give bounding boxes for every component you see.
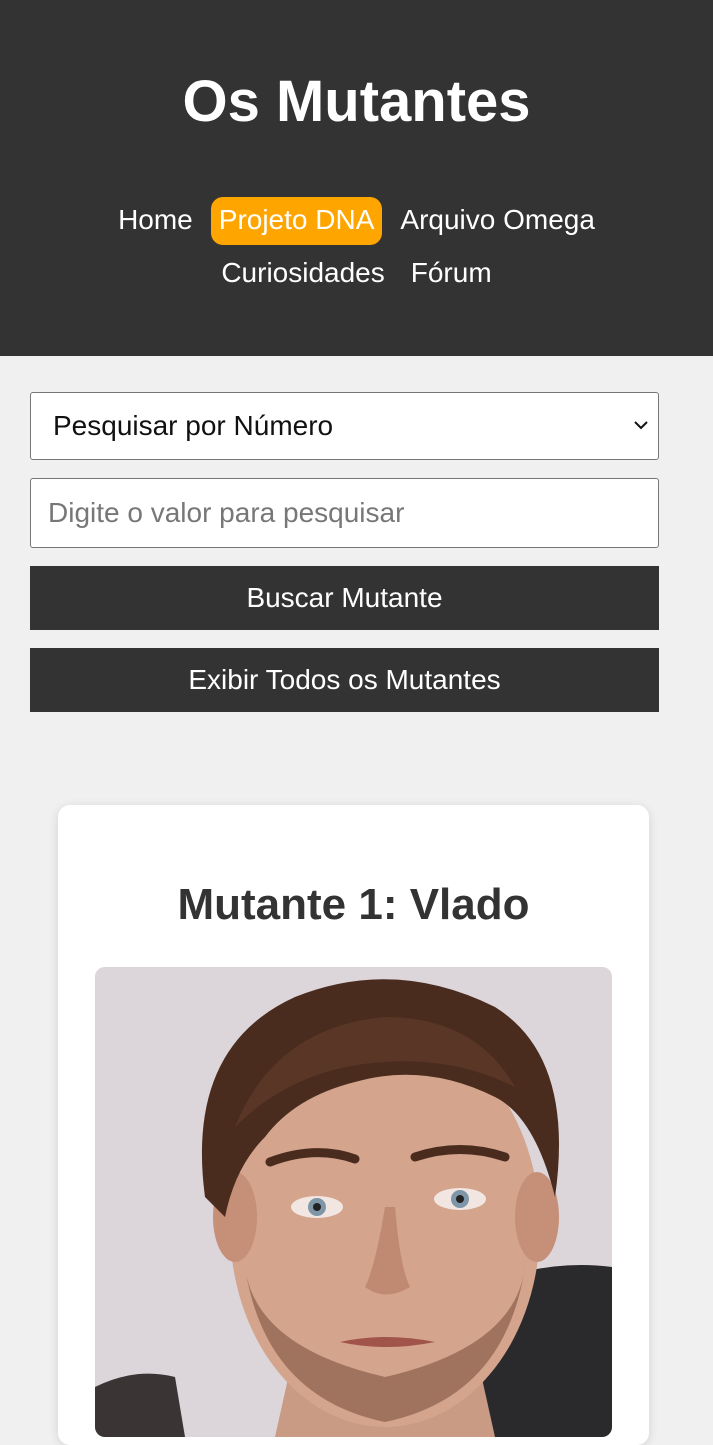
search-controls: Pesquisar por Número Buscar Mutante Exib… bbox=[30, 392, 659, 712]
nav-link-home[interactable]: Home bbox=[110, 197, 201, 245]
chevron-down-icon bbox=[634, 421, 648, 430]
search-type-select[interactable]: Pesquisar por Número bbox=[30, 392, 659, 460]
search-mutant-button[interactable]: Buscar Mutante bbox=[30, 566, 659, 630]
nav-link-projeto-dna[interactable]: Projeto DNA bbox=[210, 197, 383, 245]
mutant-photo bbox=[95, 967, 612, 1437]
search-input[interactable] bbox=[30, 478, 659, 548]
site-header: Os Mutantes Home Projeto DNA Arquivo Ome… bbox=[0, 0, 713, 356]
nav-link-arquivo-omega[interactable]: Arquivo Omega bbox=[392, 197, 603, 245]
nav-row: Home Projeto DNA Arquivo Omega bbox=[0, 197, 713, 245]
show-all-mutants-button[interactable]: Exibir Todos os Mutantes bbox=[30, 648, 659, 712]
mutant-card: Mutante 1: Vlado bbox=[58, 805, 649, 1445]
site-title: Os Mutantes bbox=[182, 69, 531, 134]
nav-link-curiosidades[interactable]: Curiosidades bbox=[213, 250, 392, 298]
nav-row: Curiosidades Fórum bbox=[0, 250, 713, 298]
mutant-card-title: Mutante 1: Vlado bbox=[177, 880, 530, 929]
nav-link-forum[interactable]: Fórum bbox=[403, 250, 500, 298]
portrait-image bbox=[95, 967, 612, 1437]
search-type-value: Pesquisar por Número bbox=[53, 410, 334, 441]
